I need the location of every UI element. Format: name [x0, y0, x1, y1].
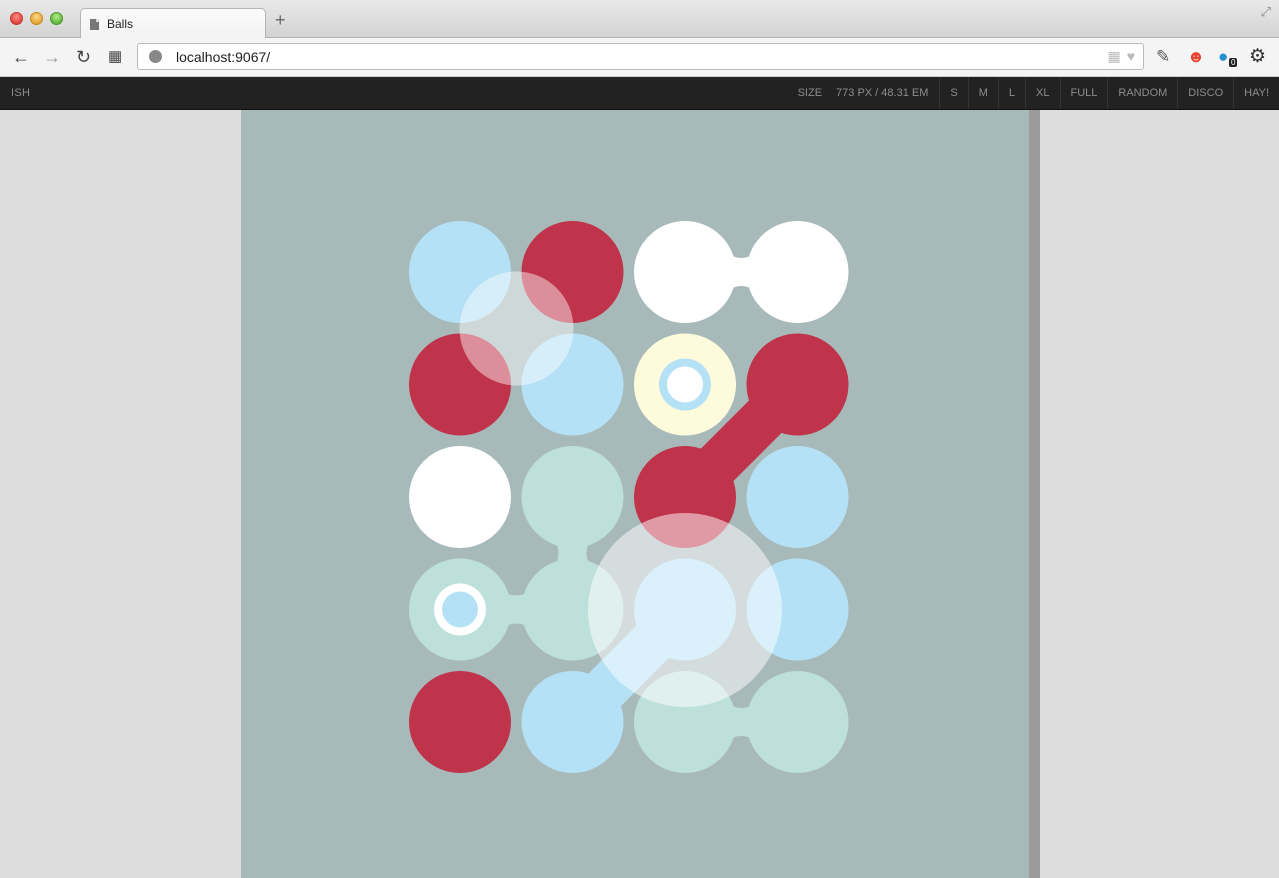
address-bar[interactable]: localhost:9067/ ▦ ♥ [137, 43, 1144, 70]
zoom-window-button[interactable] [50, 12, 63, 25]
size-full-button[interactable]: FULL [1059, 77, 1108, 109]
ball [409, 446, 511, 548]
browser-toolbar: ← → ↻ ▦ localhost:9067/ ▦ ♥ ✎ ☻ ● ⚙ [0, 38, 1279, 77]
ball [521, 671, 624, 773]
extension-bubble-icon[interactable]: ● [1218, 47, 1228, 67]
balls-scene [409, 221, 849, 773]
back-arrow-icon[interactable]: ← [12, 47, 30, 67]
size-value: 773 PX / 48.31 EM [836, 87, 929, 99]
overlay-circle [459, 271, 574, 386]
ish-toolbar: ISH SIZE 773 PX / 48.31 EM S M L XL FULL… [0, 77, 1279, 110]
ish-logo[interactable]: ISH [11, 87, 30, 99]
size-m-button[interactable]: M [967, 77, 998, 109]
size-l-button[interactable]: L [997, 77, 1025, 109]
globe-icon [149, 50, 162, 63]
disco-button[interactable]: DISCO [1177, 77, 1233, 109]
ball [746, 333, 849, 436]
ball [746, 671, 849, 773]
grid-icon[interactable]: ▦ [1107, 48, 1120, 65]
heart-icon[interactable]: ♥ [1127, 48, 1135, 65]
browser-tab[interactable]: Balls [80, 8, 266, 39]
browser-titlebar: Balls + ⤢ [0, 0, 1279, 39]
extension-ghost-icon[interactable]: ☻ [1187, 47, 1205, 67]
overlay-circle [588, 513, 782, 707]
forward-arrow-icon[interactable]: → [43, 47, 61, 67]
fullscreen-icon[interactable]: ⤢ [1261, 4, 1271, 20]
wrench-icon[interactable]: ✎ [1156, 47, 1170, 67]
tab-title: Balls [107, 17, 134, 31]
size-label: SIZE [797, 87, 823, 99]
ball-ring-center [667, 366, 703, 403]
reload-icon[interactable]: ↻ [76, 47, 91, 67]
extension-badge: 0 [1229, 58, 1238, 67]
ball [634, 221, 736, 323]
size-xl-button[interactable]: XL [1025, 77, 1059, 109]
gear-icon[interactable]: ⚙ [1249, 47, 1266, 67]
ball [746, 446, 849, 548]
ball [746, 221, 849, 323]
ball-ring-center [442, 591, 478, 628]
resize-handle[interactable] [1029, 110, 1040, 878]
page-icon [90, 18, 99, 30]
ball [521, 446, 624, 548]
hay-button[interactable]: HAY! [1233, 77, 1279, 109]
close-window-button[interactable] [10, 12, 23, 25]
apps-grid-icon[interactable]: ▦ [108, 47, 122, 67]
url-text[interactable]: localhost:9067/ [176, 49, 270, 65]
page-viewport [241, 110, 1029, 878]
size-random-button[interactable]: RANDOM [1107, 77, 1177, 109]
plus-icon[interactable]: + [275, 11, 286, 29]
size-s-button[interactable]: S [939, 77, 967, 109]
minimize-window-button[interactable] [30, 12, 43, 25]
size-readout: SIZE 773 PX / 48.31 EM [788, 77, 940, 109]
ball [409, 671, 511, 773]
